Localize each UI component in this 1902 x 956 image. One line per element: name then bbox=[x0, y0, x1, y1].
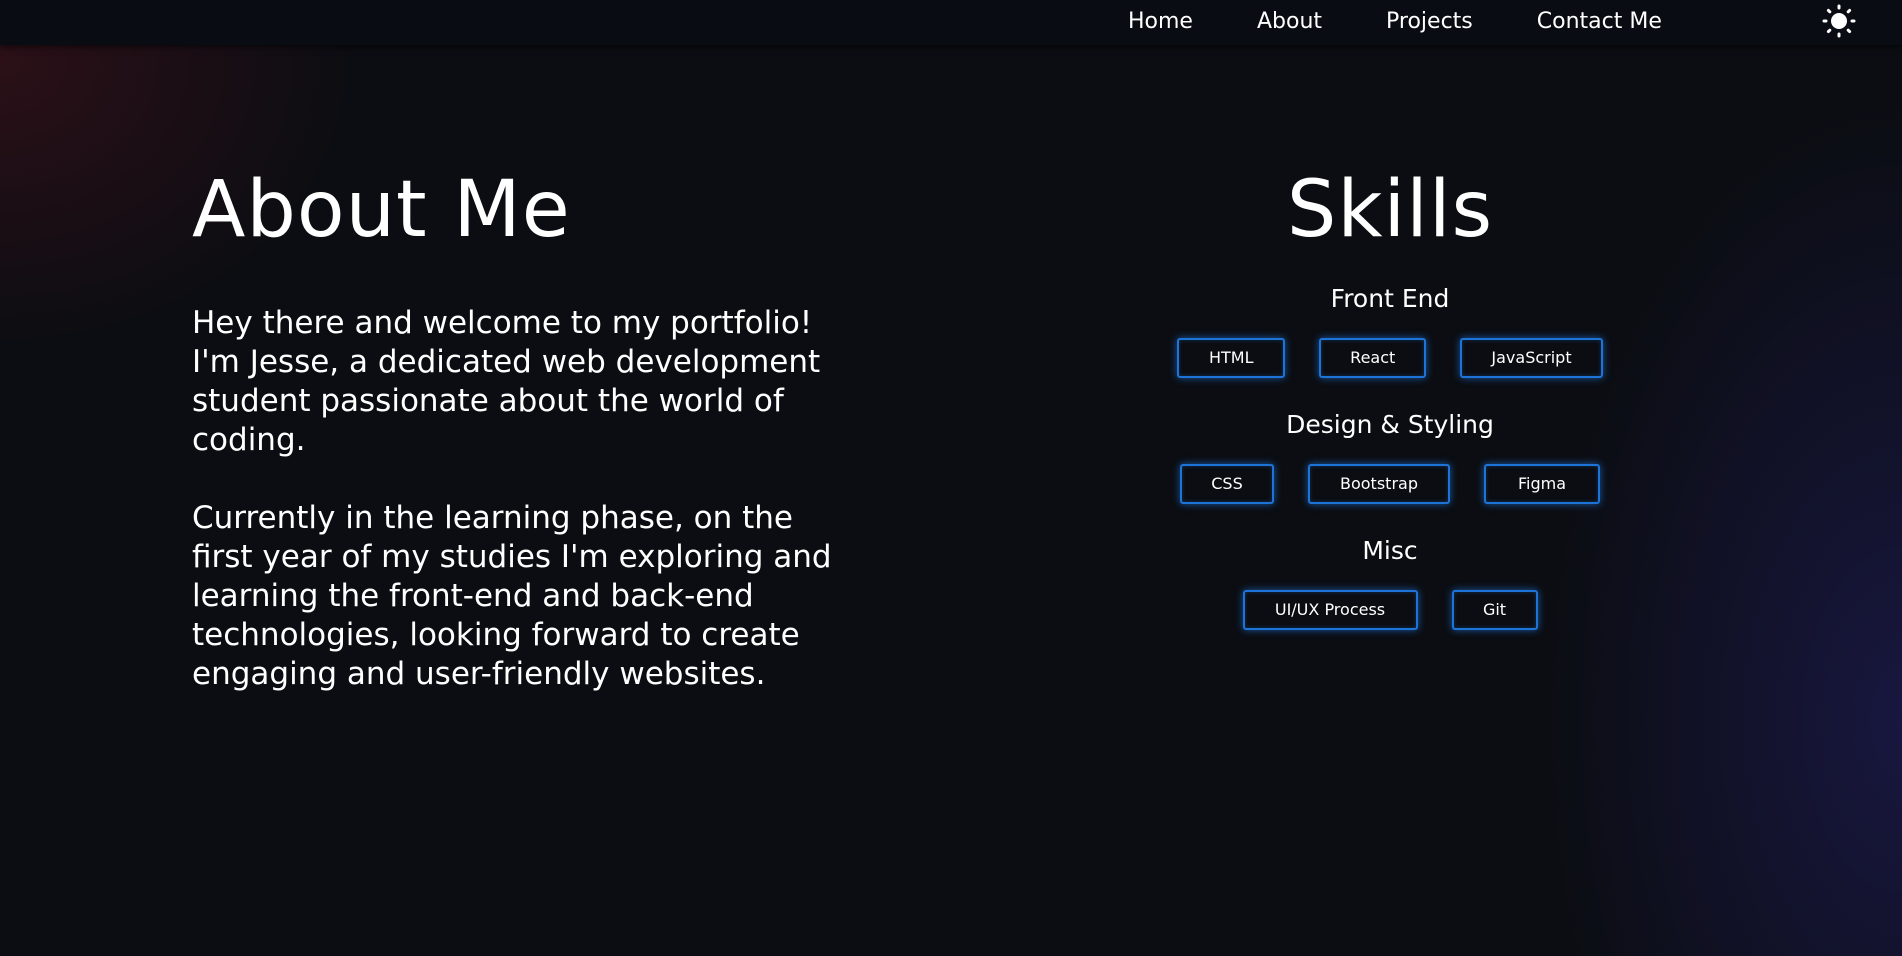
skill-group-title: Front End bbox=[1330, 284, 1450, 313]
portfolio-page: Home About Projects Contact Me About Me … bbox=[0, 0, 1902, 956]
skills-section: Skills Front End HTML React JavaScript D… bbox=[1160, 160, 1620, 630]
nav-link-projects[interactable]: Projects bbox=[1386, 9, 1473, 34]
skill-chip-figma[interactable]: Figma bbox=[1484, 464, 1600, 504]
skill-chip-css[interactable]: CSS bbox=[1180, 464, 1274, 504]
skill-group-title: Misc bbox=[1362, 536, 1418, 565]
about-title: About Me bbox=[192, 165, 571, 255]
skill-chip-row: HTML React JavaScript bbox=[1160, 338, 1620, 378]
top-navbar: Home About Projects Contact Me bbox=[0, 0, 1902, 45]
nav-link-home[interactable]: Home bbox=[1128, 9, 1193, 34]
skill-group-misc: Misc UI/UX Process Git bbox=[1160, 536, 1620, 630]
skill-chip-javascript[interactable]: JavaScript bbox=[1460, 338, 1603, 378]
skill-chip-uiux-process[interactable]: UI/UX Process bbox=[1242, 590, 1418, 630]
nav-link-about[interactable]: About bbox=[1257, 9, 1322, 34]
skills-title: Skills bbox=[1286, 165, 1494, 255]
sun-icon bbox=[1822, 4, 1856, 38]
nav-link-contact[interactable]: Contact Me bbox=[1537, 9, 1662, 34]
about-paragraph-studies: Currently in the learning phase, on the … bbox=[192, 500, 832, 692]
skill-chip-row: UI/UX Process Git bbox=[1160, 590, 1620, 630]
about-section: About Me Hey there and welcome to my por… bbox=[192, 160, 892, 694]
theme-toggle-button[interactable] bbox=[1822, 4, 1856, 38]
skill-chip-bootstrap[interactable]: Bootstrap bbox=[1308, 464, 1450, 504]
skill-group-title: Design & Styling bbox=[1286, 410, 1494, 439]
skill-chip-git[interactable]: Git bbox=[1451, 590, 1538, 630]
skill-chip-react[interactable]: React bbox=[1319, 338, 1426, 378]
skill-group-design-styling: Design & Styling CSS Bootstrap Figma bbox=[1160, 410, 1620, 504]
skill-group-front-end: Front End HTML React JavaScript bbox=[1160, 284, 1620, 378]
about-paragraph-intro: Hey there and welcome to my portfolio! I… bbox=[192, 305, 821, 458]
skill-chip-html[interactable]: HTML bbox=[1177, 338, 1286, 378]
nav-links: Home About Projects Contact Me bbox=[1128, 0, 1662, 43]
skill-chip-row: CSS Bootstrap Figma bbox=[1160, 464, 1620, 504]
